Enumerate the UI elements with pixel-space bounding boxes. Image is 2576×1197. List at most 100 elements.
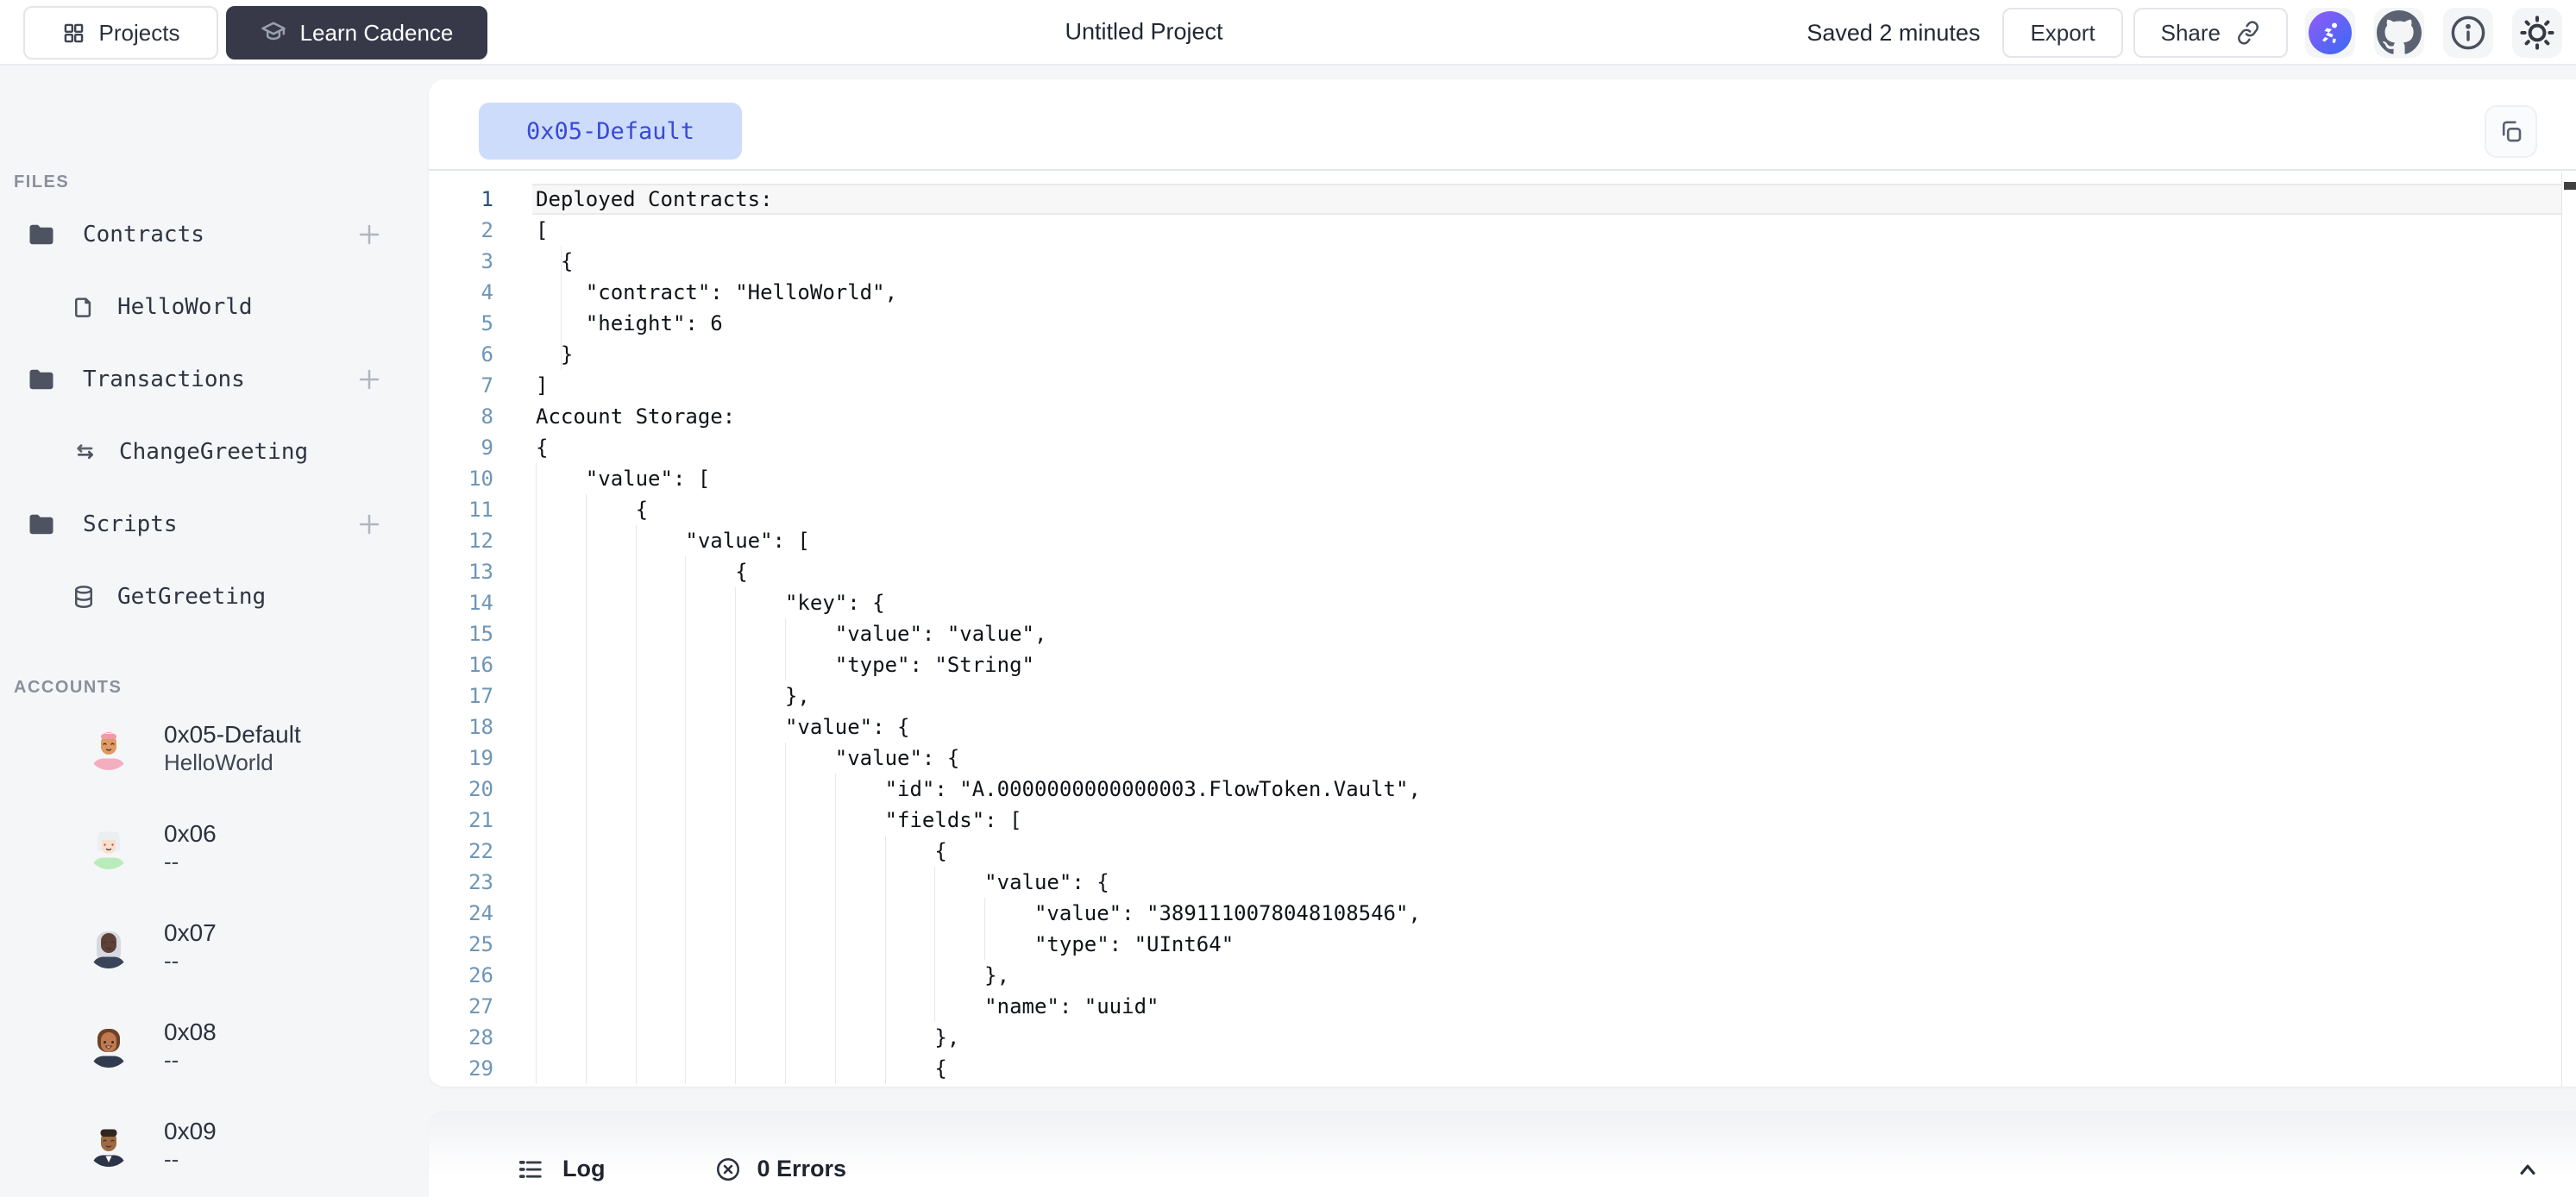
code-line: 23 "value": {	[429, 867, 2562, 898]
tab-0x05-default[interactable]: 0x05-Default	[479, 103, 742, 160]
sidebar-file-helloworld[interactable]: HelloWorld	[0, 281, 429, 333]
indent-guide	[636, 836, 637, 867]
indent-guide	[735, 1022, 736, 1053]
script-icon	[71, 584, 97, 610]
save-status: Saved 2 minutes	[1806, 20, 1980, 47]
account-row-0x08[interactable]: 0x08 --	[0, 1005, 429, 1087]
code-line: 16 "type": "String"	[429, 649, 2562, 680]
line-number: 17	[429, 680, 493, 711]
account-address: 0x07	[164, 918, 217, 947]
log-tab-label[interactable]: Log	[562, 1156, 605, 1182]
code-line: 5 "height": 6	[429, 308, 2562, 339]
indent-guide	[735, 587, 736, 618]
editor-tab-bar: 0x05-Default	[429, 79, 2576, 171]
errors-tab-label: 0 Errors	[757, 1156, 846, 1182]
code-line: 29 {	[429, 1053, 2562, 1084]
indent-guide	[586, 525, 587, 556]
folder-icon	[26, 219, 57, 250]
indent-guide	[835, 1053, 836, 1084]
code-line-text: },	[536, 680, 2562, 711]
account-row-0x06[interactable]: 0x06 --	[0, 806, 429, 889]
indent-guide	[536, 867, 537, 898]
code-line-text: }	[536, 339, 2562, 370]
indent-guide	[984, 898, 985, 929]
indent-guide	[885, 1053, 886, 1084]
community-button[interactable]	[2305, 8, 2355, 58]
sidebar-folder-scripts[interactable]: Scripts	[0, 498, 429, 550]
code-line-text: "value": [	[536, 525, 2562, 556]
indent-guide	[586, 867, 587, 898]
indent-guide	[586, 618, 587, 649]
code-line: 18 "value": {	[429, 711, 2562, 743]
account-row-0x07[interactable]: 0x07 --	[0, 906, 429, 988]
projects-button[interactable]: Projects	[23, 6, 218, 60]
folder-icon	[26, 364, 57, 395]
indent-guide	[561, 308, 562, 339]
code-line-text: "key": {	[536, 587, 2562, 618]
file-label: ChangeGreeting	[119, 439, 308, 465]
indent-guide	[636, 1053, 637, 1084]
share-button[interactable]: Share	[2133, 8, 2288, 58]
line-number: 11	[429, 494, 493, 525]
share-button-label: Share	[2161, 20, 2221, 47]
code-line: 14 "key": {	[429, 587, 2562, 618]
add-file-button[interactable]	[352, 362, 386, 397]
sidebar-folder-transactions[interactable]: Transactions	[0, 354, 429, 405]
code-line: 10 "value": [	[429, 463, 2562, 494]
code-line: 7 ]	[429, 370, 2562, 401]
file-list: Contracts HelloWorld Transactions Change…	[0, 209, 429, 643]
sidebar-file-getgreeting[interactable]: GetGreeting	[0, 571, 429, 623]
indent-guide	[586, 649, 587, 680]
indent-guide	[586, 711, 587, 743]
indent-guide	[636, 805, 637, 836]
folder-label: Transactions	[83, 367, 245, 392]
code-line-text: "contract": "HelloWorld",	[536, 277, 2562, 308]
tab-label: 0x05-Default	[526, 118, 694, 145]
scrollbar-thumb[interactable]	[2564, 182, 2576, 190]
indent-guide	[685, 649, 686, 680]
learn-cadence-button[interactable]: Learn Cadence	[226, 6, 487, 60]
indent-guide	[785, 805, 786, 836]
line-number: 24	[429, 898, 493, 929]
indent-guide	[685, 898, 686, 929]
export-button[interactable]: Export	[2002, 8, 2122, 58]
code-line: 9 {	[429, 432, 2562, 463]
theme-toggle-button[interactable]	[2512, 8, 2562, 58]
code-line-text: "value": "value",	[536, 618, 2562, 649]
indent-guide	[636, 525, 637, 556]
page-title[interactable]: Untitled Project	[1065, 19, 1222, 46]
indent-guide	[586, 494, 587, 525]
sidebar-file-changegreeting[interactable]: ChangeGreeting	[0, 426, 429, 478]
code-editor[interactable]: 1 Deployed Contracts: 2 [ 3 { 4 "contrac…	[429, 172, 2576, 1087]
indent-guide	[835, 836, 836, 867]
info-button[interactable]	[2443, 8, 2493, 58]
line-number: 2	[429, 215, 493, 246]
github-button[interactable]	[2374, 8, 2424, 58]
indent-guide	[885, 991, 886, 1022]
code-line-text: "value": [	[536, 463, 2562, 494]
info-icon	[2448, 13, 2488, 53]
account-row-0x05-default[interactable]: 0x05-Default HelloWorld	[0, 707, 429, 790]
indent-guide	[536, 960, 537, 991]
sidebar-folder-contracts[interactable]: Contracts	[0, 209, 429, 260]
account-row-0x09[interactable]: 0x09 --	[0, 1104, 429, 1187]
line-number: 5	[429, 308, 493, 339]
indent-guide	[685, 1053, 686, 1084]
indent-guide	[536, 587, 537, 618]
indent-guide	[536, 711, 537, 743]
indent-guide	[586, 898, 587, 929]
app-root: Projects Learn Cadence Untitled Project …	[0, 0, 2576, 1197]
errors-tab[interactable]: 0 Errors	[715, 1156, 846, 1182]
add-file-button[interactable]	[352, 507, 386, 542]
indent-guide	[885, 929, 886, 960]
header: Projects Learn Cadence Untitled Project …	[0, 0, 2576, 66]
line-number: 7	[429, 370, 493, 401]
avatar	[87, 727, 130, 770]
collapse-log-button[interactable]	[2510, 1152, 2545, 1187]
graduation-cap-icon	[261, 20, 286, 46]
add-file-button[interactable]	[352, 217, 386, 252]
indent-guide	[536, 525, 537, 556]
copy-button[interactable]	[2485, 105, 2537, 158]
indent-guide	[735, 618, 736, 649]
indent-guide	[536, 774, 537, 805]
